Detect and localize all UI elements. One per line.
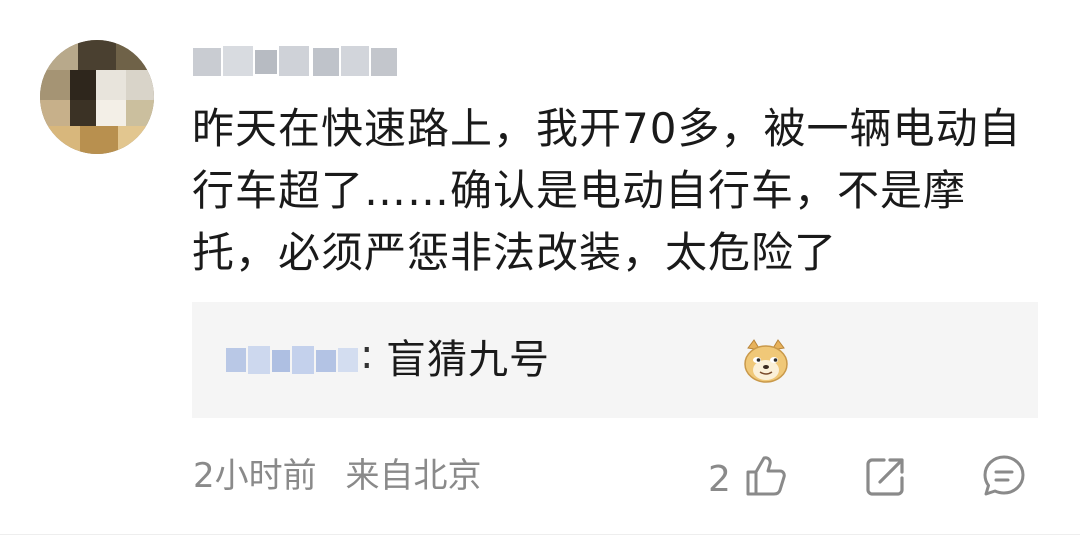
timestamp: 2小时前: [193, 456, 317, 496]
location: 来自北京: [345, 456, 482, 496]
comment-text: 昨天在快速路上，我开70多，被一辆电动自行车超了……确认是电动自行车，不是摩托，…: [192, 104, 1022, 277]
reply-preview[interactable]: : 盲猜九号: [192, 302, 1038, 418]
divider: [0, 534, 1080, 535]
username-blurred[interactable]: [193, 42, 403, 82]
comment-meta: 2小时前 来自北京: [193, 454, 481, 498]
reply-colon: :: [360, 332, 374, 378]
like-count: 2: [708, 459, 731, 500]
reply-username-blurred[interactable]: [226, 340, 360, 380]
comment-icon[interactable]: [980, 452, 1028, 500]
avatar[interactable]: [40, 40, 154, 154]
avatar-image: [40, 40, 154, 154]
doge-emoji-icon: [744, 339, 788, 383]
share-icon[interactable]: [862, 452, 910, 500]
reply-text: 盲猜九号: [386, 337, 550, 383]
thumbs-up-icon[interactable]: [742, 452, 790, 500]
